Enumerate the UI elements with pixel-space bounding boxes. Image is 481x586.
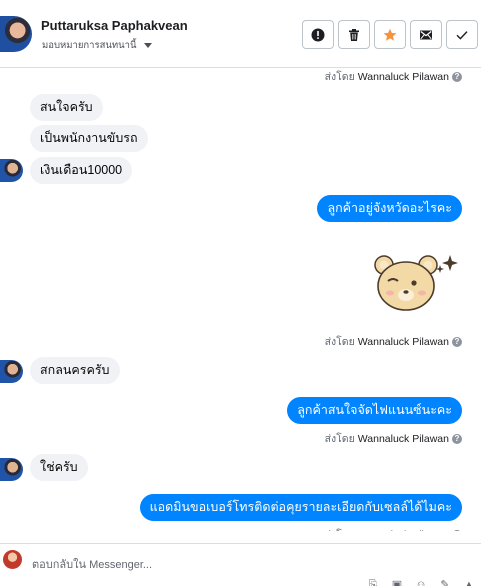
contact-avatar xyxy=(0,159,23,182)
contact-name[interactable]: Puttaruksa Paphakvean xyxy=(41,18,188,33)
trash-icon xyxy=(349,28,359,41)
message-thread[interactable]: ส่งโดย Wannaluck Pilawan ? สนใจครับ เป็น… xyxy=(0,68,481,531)
composer-tools: ⎘ ▣ ☺ ✎ ▲ xyxy=(367,579,475,586)
incoming-message[interactable]: สกลนครครับ xyxy=(30,357,120,384)
page-avatar xyxy=(3,550,22,569)
help-icon[interactable]: ? xyxy=(452,71,462,82)
mark-done-button[interactable] xyxy=(446,20,478,49)
outgoing-message[interactable]: ลูกค้าอยู่จังหวัดอะไรคะ xyxy=(317,195,462,222)
incoming-message[interactable]: เงินเดือน10000 xyxy=(30,157,133,184)
reply-composer: ตอบกลับใน Messenger... ⎘ ▣ ☺ ✎ ▲ xyxy=(0,543,481,586)
like-icon[interactable]: ▲ xyxy=(463,579,475,586)
sent-by-label: ส่งโดย Wannaluck Pilawan ? xyxy=(325,430,462,447)
help-icon[interactable]: ? xyxy=(452,336,462,347)
assign-label: มอบหมายการสนทนานี้ xyxy=(42,40,137,51)
chevron-down-icon xyxy=(143,43,152,48)
attach-icon[interactable]: ⎘ xyxy=(367,579,379,586)
alert-icon xyxy=(311,28,325,41)
delete-button[interactable] xyxy=(338,20,370,49)
mark-unread-button[interactable] xyxy=(410,20,442,49)
sent-by-label: ส่งโดย Wannaluck Pilawan ? xyxy=(325,68,462,85)
emoji-icon[interactable]: ☺ xyxy=(415,579,427,586)
sent-by-label: ส่งโดย Wannaluck Pilawan ? xyxy=(325,333,462,350)
incoming-message[interactable]: ใช่ครับ xyxy=(30,454,88,481)
help-icon[interactable]: ? xyxy=(452,529,462,531)
contact-avatar xyxy=(0,360,23,383)
help-icon[interactable]: ? xyxy=(452,433,462,444)
star-button[interactable] xyxy=(374,20,406,49)
mark-spam-button[interactable] xyxy=(302,20,334,49)
reply-input[interactable]: ตอบกลับใน Messenger... xyxy=(32,555,152,573)
assign-conversation-dropdown[interactable]: มอบหมายการสนทนานี้ xyxy=(42,38,152,53)
envelope-icon xyxy=(420,30,432,39)
outgoing-message[interactable]: ลูกค้าสนใจจัดไฟแนนซ์นะคะ xyxy=(287,397,462,424)
check-icon xyxy=(456,30,468,40)
conversation-header: Puttaruksa Paphakvean มอบหมายการสนทนานี้ xyxy=(0,0,481,68)
image-icon[interactable]: ▣ xyxy=(391,579,403,586)
saved-reply-icon[interactable]: ✎ xyxy=(439,579,451,586)
outgoing-message[interactable]: แอดมินขอเบอร์โทรติดต่อคุยรายละเอียดกับเซ… xyxy=(139,494,462,521)
incoming-message[interactable]: สนใจครับ xyxy=(30,94,103,121)
contact-avatar[interactable] xyxy=(0,16,32,52)
incoming-message[interactable]: เป็นพนักงานขับรถ xyxy=(30,125,148,152)
sent-by-label: ส่งโดย Wannaluck Pilawan ? xyxy=(325,526,462,531)
conversation-toolbar xyxy=(302,20,478,49)
contact-avatar xyxy=(0,458,23,481)
bear-sticker[interactable] xyxy=(370,253,464,315)
star-icon xyxy=(383,28,397,41)
